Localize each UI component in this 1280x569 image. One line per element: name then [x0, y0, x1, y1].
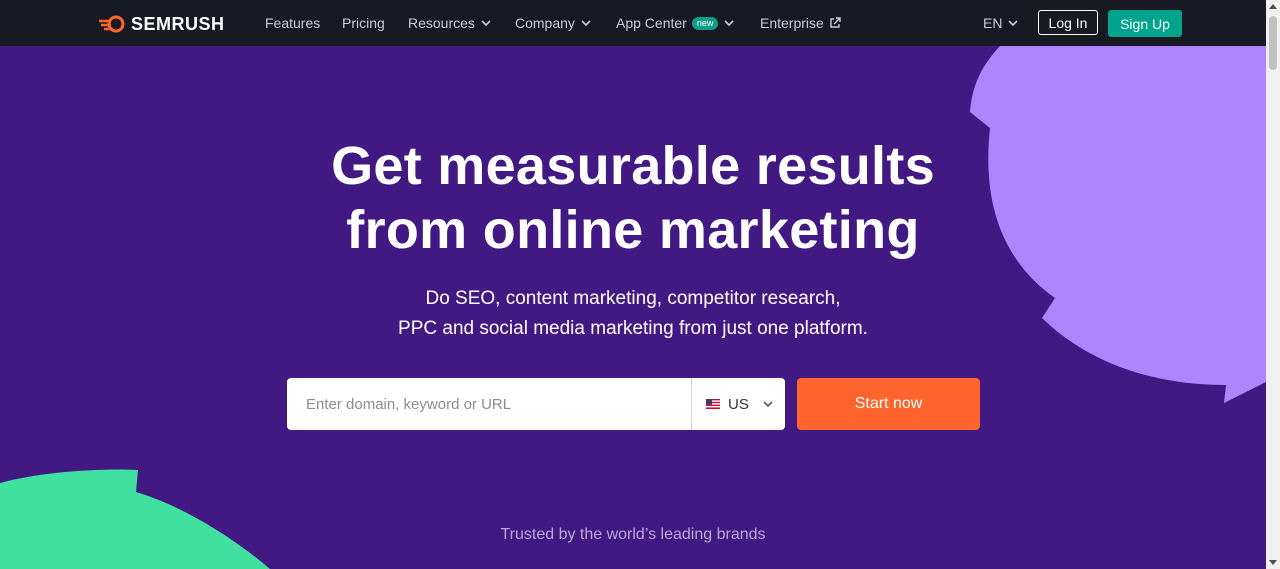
nav-company[interactable]: Company — [515, 15, 591, 31]
flame-logo-icon — [99, 15, 125, 33]
hero-title: Get measurable results from online marke… — [0, 134, 1266, 262]
nav-features[interactable]: Features — [265, 15, 320, 31]
hero-subtitle-line1: Do SEO, content marketing, competitor re… — [425, 288, 841, 309]
search-input[interactable] — [287, 378, 690, 430]
login-button[interactable]: Log In — [1038, 10, 1098, 35]
nav-app-center-label: App Center — [616, 15, 687, 31]
semrush-logo[interactable]: SEMRUSH — [99, 13, 225, 35]
language-label: EN — [983, 15, 1003, 31]
hero-title-line1: Get measurable results — [331, 136, 935, 196]
country-selector[interactable]: US — [691, 378, 785, 430]
nav-company-label: Company — [515, 15, 575, 31]
chevron-down-icon — [763, 401, 773, 407]
language-selector[interactable]: EN — [983, 15, 1019, 31]
trusted-by-label: Trusted by the world’s leading brands — [500, 526, 766, 543]
hero-title-line2: from online marketing — [346, 200, 920, 260]
scrollbar[interactable] — [1266, 0, 1280, 569]
nav-resources-label: Resources — [408, 15, 475, 31]
search-box: US — [287, 378, 785, 430]
signup-button[interactable]: Sign Up — [1108, 10, 1182, 37]
country-label: US — [728, 395, 749, 413]
scroll-down-arrow-icon[interactable] — [1269, 560, 1277, 565]
external-link-icon — [830, 17, 841, 28]
scroll-thumb[interactable] — [1269, 16, 1277, 70]
start-now-button[interactable]: Start now — [797, 378, 980, 430]
scroll-up-arrow-icon[interactable] — [1269, 4, 1277, 9]
chevron-down-icon — [1008, 20, 1019, 26]
top-navbar: SEMRUSH Features Pricing Resources Compa… — [0, 0, 1266, 46]
nav-enterprise[interactable]: Enterprise — [760, 15, 841, 31]
chevron-down-icon — [581, 20, 591, 26]
nav-enterprise-label: Enterprise — [760, 15, 824, 31]
hero-subtitle: Do SEO, content marketing, competitor re… — [0, 284, 1266, 344]
nav-pricing[interactable]: Pricing — [342, 15, 385, 31]
nav-resources[interactable]: Resources — [408, 15, 491, 31]
logo-text: SEMRUSH — [131, 13, 225, 34]
chevron-down-icon — [724, 20, 734, 26]
us-flag-icon — [706, 399, 720, 409]
chevron-down-icon — [481, 20, 491, 26]
new-badge: new — [691, 16, 719, 30]
nav-app-center[interactable]: App Center new — [616, 15, 734, 31]
hero-subtitle-line2: PPC and social media marketing from just… — [398, 318, 868, 339]
